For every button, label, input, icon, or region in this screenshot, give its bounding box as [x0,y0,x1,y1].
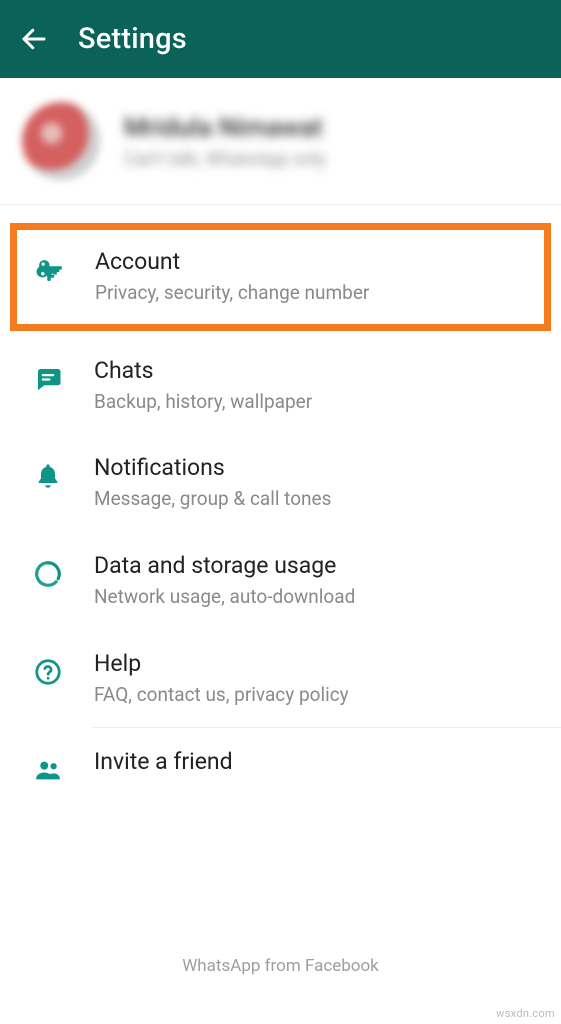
item-title: Notifications [94,454,331,481]
profile-row[interactable]: Mridula Nimawat Can't talk, WhatsApp onl… [0,78,561,205]
item-text: Account Privacy, security, change number [95,248,369,306]
avatar [22,102,100,180]
item-subtitle: FAQ, contact us, privacy policy [94,683,349,708]
item-data-storage[interactable]: Data and storage usage Network usage, au… [0,532,561,630]
item-title: Chats [94,357,312,384]
item-title: Help [94,650,349,677]
item-text: Chats Backup, history, wallpaper [94,357,312,415]
item-text: Invite a friend [94,748,233,775]
item-help[interactable]: Help FAQ, contact us, privacy policy [0,630,561,728]
item-subtitle: Message, group & call tones [94,487,331,512]
footer-text: WhatsApp from Facebook [0,956,561,976]
item-account[interactable]: Account Privacy, security, change number [17,230,544,324]
arrow-back-icon [19,24,49,54]
chat-icon [30,361,66,397]
profile-status: Can't talk, WhatsApp only [124,149,326,170]
highlight-account: Account Privacy, security, change number [10,223,551,331]
profile-name: Mridula Nimawat [124,113,326,143]
item-title: Account [95,248,369,275]
footer: WhatsApp from Facebook [0,936,561,1024]
app-bar: Settings [0,0,561,78]
item-chats[interactable]: Chats Backup, history, wallpaper [0,337,561,435]
item-text: Notifications Message, group & call tone… [94,454,331,512]
item-text: Help FAQ, contact us, privacy policy [94,650,349,708]
item-notifications[interactable]: Notifications Message, group & call tone… [0,434,561,532]
settings-list: Account Privacy, security, change number… [0,205,561,936]
item-subtitle: Network usage, auto-download [94,585,355,610]
bell-icon [30,458,66,494]
item-subtitle: Privacy, security, change number [95,281,369,306]
watermark: wsxdn.com [496,1007,555,1020]
page-title: Settings [78,22,187,56]
profile-text: Mridula Nimawat Can't talk, WhatsApp onl… [124,113,326,170]
item-text: Data and storage usage Network usage, au… [94,552,355,610]
back-button[interactable] [10,15,58,63]
data-usage-icon [30,556,66,592]
item-invite[interactable]: Invite a friend [0,728,561,808]
item-title: Invite a friend [94,748,233,775]
item-title: Data and storage usage [94,552,355,579]
item-subtitle: Backup, history, wallpaper [94,390,312,415]
help-icon [30,654,66,690]
people-icon [30,752,66,788]
key-icon [31,252,67,288]
